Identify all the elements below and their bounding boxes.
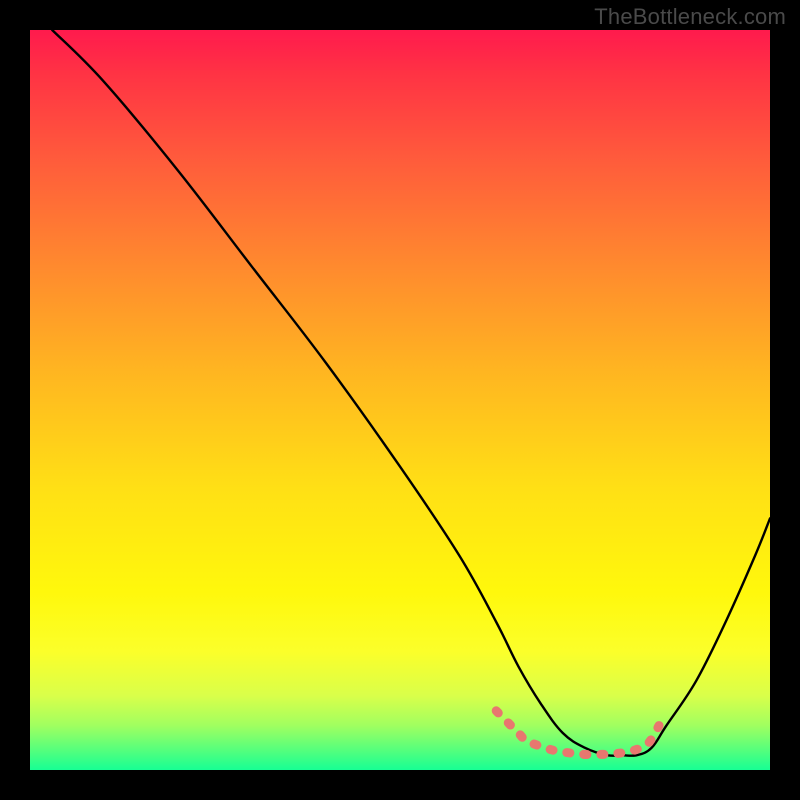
series-curve	[52, 30, 770, 756]
series-highlight	[496, 711, 659, 755]
chart-svg	[30, 30, 770, 770]
watermark-label: TheBottleneck.com	[594, 4, 786, 30]
plot-area	[30, 30, 770, 770]
chart-frame: TheBottleneck.com	[0, 0, 800, 800]
